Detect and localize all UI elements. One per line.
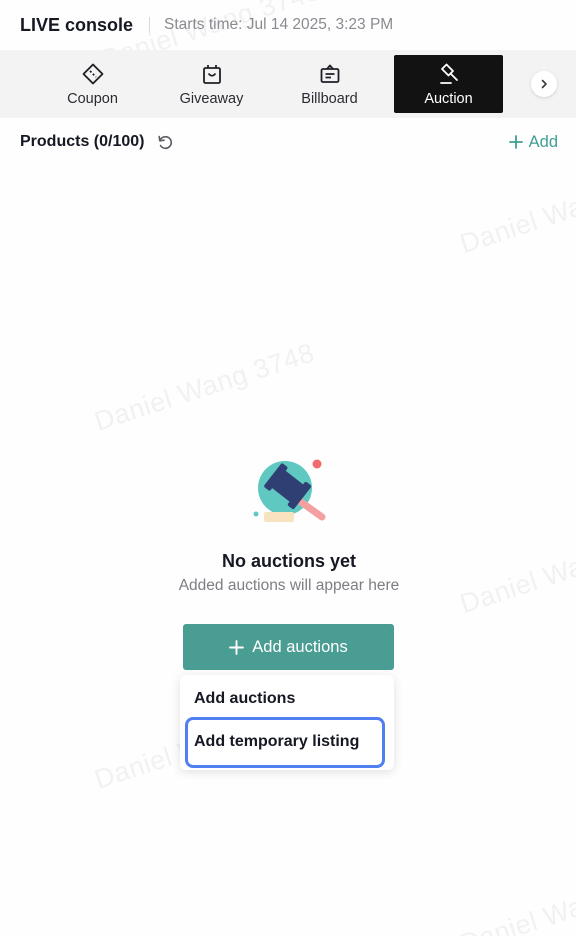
plus-icon <box>508 135 523 149</box>
tab-giveaway[interactable]: Giveaway <box>157 55 266 113</box>
add-product-label: Add <box>528 132 558 151</box>
tab-label: Auction <box>424 90 473 107</box>
start-time-label: Starts time: Jul 14 2025, 3:23 PM <box>164 16 394 33</box>
watermark: Daniel Wa <box>456 190 576 260</box>
add-product-button[interactable]: Add <box>508 132 558 152</box>
products-row: Products (0/100) Add <box>20 130 558 154</box>
auction-icon <box>437 62 461 86</box>
menu-item-add-auctions[interactable]: Add auctions <box>194 690 295 708</box>
empty-state-subtitle: Added auctions will appear here <box>178 577 400 594</box>
refresh-icon[interactable] <box>156 133 174 151</box>
plus-icon <box>229 639 245 655</box>
watermark: Daniel Wa <box>456 890 576 936</box>
chevron-right-icon <box>541 79 547 89</box>
tab-label: Coupon <box>67 90 118 107</box>
tabs-next-button[interactable] <box>531 71 557 97</box>
giveaway-icon <box>200 62 224 86</box>
add-auctions-button-label: Add auctions <box>252 637 348 656</box>
add-auctions-button[interactable]: Add auctions <box>183 624 394 670</box>
tool-tab-bar: Coupon Giveaway Billboard Auction <box>0 50 576 118</box>
menu-item-add-temporary-listing[interactable]: Add temporary listing <box>194 733 359 751</box>
tab-label: Billboard <box>301 90 358 107</box>
billboard-icon <box>318 62 342 86</box>
tab-auction[interactable]: Auction <box>394 55 503 113</box>
header: LIVE console Starts time: Jul 14 2025, 3… <box>0 0 576 50</box>
watermark: Daniel Wang 3748 <box>90 337 319 437</box>
gavel-illustration-icon <box>248 456 328 526</box>
tab-billboard[interactable]: Billboard <box>275 55 384 113</box>
header-divider <box>149 17 151 33</box>
empty-state-title: No auctions yet <box>221 551 357 571</box>
coupon-icon <box>81 62 105 86</box>
live-console-page: Daniel Wang 3748 Daniel Wa Daniel Wang 3… <box>0 0 576 936</box>
products-count-label: Products (0/100) <box>20 133 145 150</box>
tab-coupon[interactable]: Coupon <box>38 55 147 113</box>
page-title: LIVE console <box>20 14 134 35</box>
tab-label: Giveaway <box>179 90 244 107</box>
add-auctions-dropdown: Add auctions Add temporary listing <box>180 675 394 770</box>
